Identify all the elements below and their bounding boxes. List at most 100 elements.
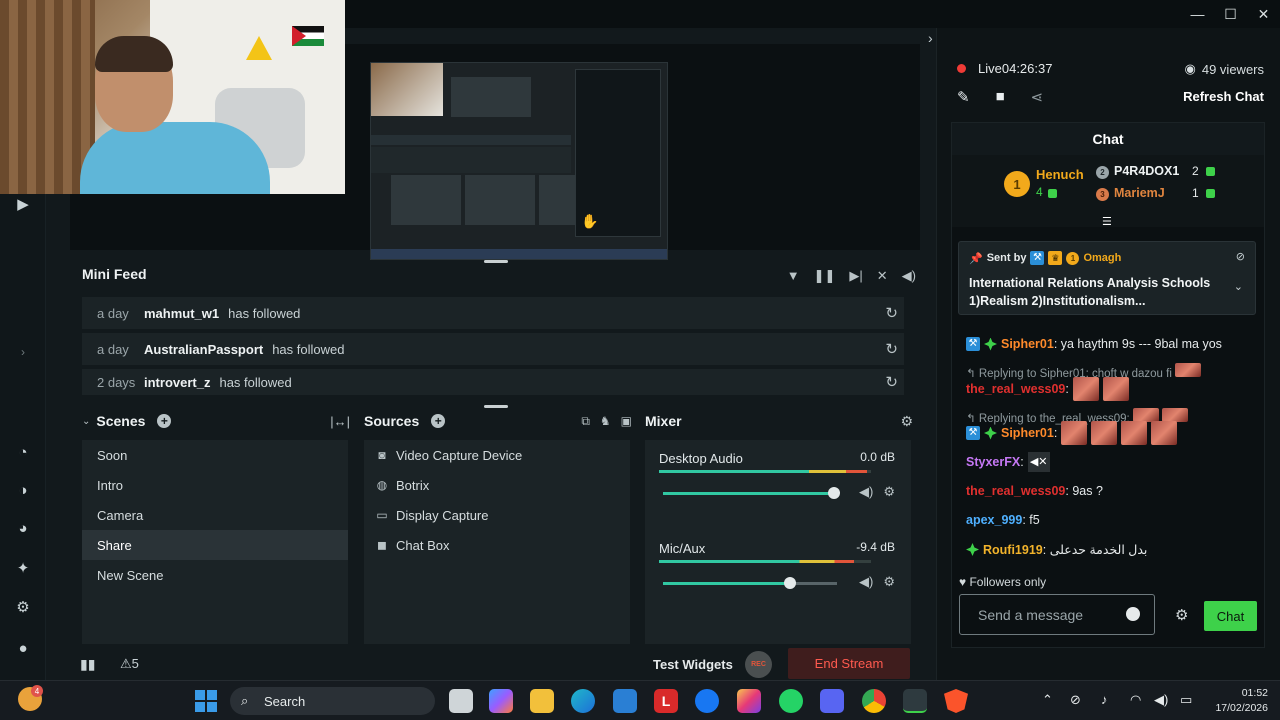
settings-icon[interactable]: ⚙	[13, 597, 33, 617]
studio-mode-icon[interactable]: ♞	[600, 414, 611, 429]
resize-handle[interactable]	[484, 405, 508, 408]
wifi-icon[interactable]: ◠	[1130, 692, 1141, 708]
replay-icon[interactable]: ↻	[885, 373, 898, 391]
collapse-chat-chevron-icon[interactable]: ›	[928, 30, 933, 46]
slider-knob[interactable]	[784, 577, 797, 589]
edit-icon[interactable]: ✎	[957, 88, 970, 106]
chat-username[interactable]: Sipher01	[1001, 337, 1054, 351]
edge-icon[interactable]	[571, 689, 595, 713]
pause-icon[interactable]: ❚❚	[814, 268, 836, 284]
gear-icon[interactable]: ⚙	[883, 574, 895, 590]
streamer-image	[80, 36, 270, 194]
chat-username[interactable]: apex_999	[966, 513, 1022, 527]
emoji-icon[interactable]	[1126, 607, 1140, 621]
chrome-icon[interactable]	[862, 689, 886, 713]
alerts-icon[interactable]: ⚠5	[120, 656, 139, 672]
add-folder-icon[interactable]: ▣	[621, 414, 632, 429]
gear-icon[interactable]: ⚙	[883, 484, 895, 500]
collapse-chevron-icon[interactable]: ⌄	[82, 416, 90, 427]
pinned-message[interactable]: 📌 Sent by ⚒ ♛ 1 Omagh ⊘ International Re…	[958, 241, 1256, 315]
channel-tools: ◀) ⚙	[859, 574, 895, 590]
battery-icon[interactable]: ▭	[1180, 692, 1192, 708]
scene-item-share[interactable]: Share	[82, 530, 348, 560]
chat-input[interactable]: Send a message	[959, 594, 1155, 635]
test-widgets-button[interactable]: Test Widgets	[653, 648, 733, 680]
scene-transitions-icon[interactable]: |↔|	[330, 414, 350, 429]
volume-slider[interactable]	[663, 577, 837, 589]
ai-highlighter-icon[interactable]: ✦	[13, 558, 33, 578]
camera-off-icon[interactable]: ⊘	[1070, 692, 1081, 708]
send-chat-button[interactable]: Chat	[1204, 601, 1257, 631]
minimize-button[interactable]: —	[1181, 0, 1214, 28]
volume-meter	[659, 560, 871, 563]
overlay-icon[interactable]: ◕	[13, 518, 33, 538]
scene-item-new-scene[interactable]: New Scene	[82, 560, 348, 590]
app-store-icon[interactable]: ◔	[13, 442, 33, 462]
volume-slider[interactable]	[663, 487, 840, 499]
brave-icon[interactable]	[944, 689, 968, 713]
start-button[interactable]	[195, 690, 217, 712]
themes-icon[interactable]: ◑	[13, 480, 33, 500]
add-source-button[interactable]: +	[431, 414, 446, 428]
file-explorer-window-icon[interactable]	[449, 689, 473, 713]
replay-icon[interactable]: ↻	[885, 304, 898, 322]
play-icon[interactable]: ▶	[13, 194, 33, 214]
selective-recording-icon[interactable]: ⧉	[581, 414, 590, 429]
camera-switch-icon[interactable]: ■	[996, 88, 1005, 106]
folder-icon[interactable]	[530, 689, 554, 713]
store-icon[interactable]	[613, 689, 637, 713]
record-button[interactable]: REC	[745, 651, 772, 678]
scene-item-intro[interactable]: Intro	[82, 470, 348, 500]
volume-icon[interactable]: ◀)	[902, 268, 916, 284]
source-item-display-capture[interactable]: ▭ Display Capture	[364, 500, 630, 530]
chat-username[interactable]: the_real_wess09	[966, 382, 1065, 396]
facebook-icon[interactable]	[695, 689, 719, 713]
expand-chevron-icon[interactable]: ›	[13, 342, 33, 362]
end-stream-button[interactable]: End Stream	[788, 648, 910, 679]
speaker-icon[interactable]: ◀)	[859, 574, 873, 590]
refresh-chat-button[interactable]: Refresh Chat	[1183, 89, 1264, 104]
hide-icon[interactable]: ⊘	[1236, 250, 1245, 263]
app-l-icon[interactable]: L	[654, 689, 678, 713]
streamlabs-taskbar-icon[interactable]	[903, 689, 927, 713]
slider-knob[interactable]	[827, 487, 840, 499]
share-icon[interactable]: ⋖	[1031, 88, 1044, 106]
chat-message: Roufi1919: بدل الخدمة حدعلى	[966, 542, 1147, 557]
replay-icon[interactable]: ↻	[885, 340, 898, 358]
add-scene-button[interactable]: +	[157, 414, 172, 428]
profile-icon[interactable]: ●	[13, 638, 33, 658]
chat-username[interactable]: StyxerFX	[966, 455, 1020, 469]
scene-item-camera[interactable]: Camera	[82, 500, 348, 530]
maximize-button[interactable]: ☐	[1214, 0, 1247, 28]
filter-icon[interactable]: ▼	[787, 268, 800, 284]
speaker-icon[interactable]: ◀)	[859, 484, 873, 500]
instagram-icon[interactable]	[737, 689, 761, 713]
gifter-leaderboard: 1 Henuch 4 2 P4R4DOX1 2 3 MariemJ 1 ☰	[952, 155, 1264, 228]
scene-item-soon[interactable]: Soon	[82, 440, 348, 470]
chat-settings-icon[interactable]: ⚙	[1175, 606, 1188, 624]
source-item-botrix[interactable]: ◍ Botrix	[364, 470, 630, 500]
volume-icon[interactable]: ◀)	[1154, 692, 1168, 708]
taskbar-search[interactable]: ⌕ Search	[230, 687, 435, 715]
feed-row: 2 days introvert_z has followed ↻	[82, 369, 904, 395]
stream-tools: ✎ ■ ⋖	[957, 88, 1043, 106]
mixer-settings-icon[interactable]: ⚙	[900, 413, 913, 430]
source-item-chat-box[interactable]: ◼ Chat Box	[364, 530, 630, 560]
close-button[interactable]: ✕	[1247, 0, 1280, 28]
m365-icon[interactable]	[489, 689, 513, 713]
performance-icon[interactable]: ▮▮	[80, 656, 95, 673]
chat-username[interactable]: the_real_wess09	[966, 484, 1065, 498]
skip-icon[interactable]: ▶|	[849, 268, 862, 284]
source-item-video-capture[interactable]: ◙ Video Capture Device	[364, 440, 630, 470]
chat-username[interactable]: Roufi1919	[983, 543, 1043, 557]
expand-chevron-icon[interactable]: ⌄	[1234, 280, 1243, 293]
mute-alerts-icon[interactable]: ✕	[877, 268, 888, 284]
taskbar-clock[interactable]: 01:52 17/02/2026	[1215, 686, 1268, 716]
microphone-icon[interactable]: ♪	[1101, 692, 1108, 707]
discord-icon[interactable]	[820, 689, 844, 713]
menu-icon[interactable]: ☰	[1102, 215, 1112, 228]
chat-username[interactable]: Sipher01	[1001, 426, 1054, 440]
whatsapp-icon[interactable]	[779, 689, 803, 713]
resize-handle[interactable]	[484, 260, 508, 263]
tray-chevron-icon[interactable]: ⌃	[1042, 692, 1053, 708]
